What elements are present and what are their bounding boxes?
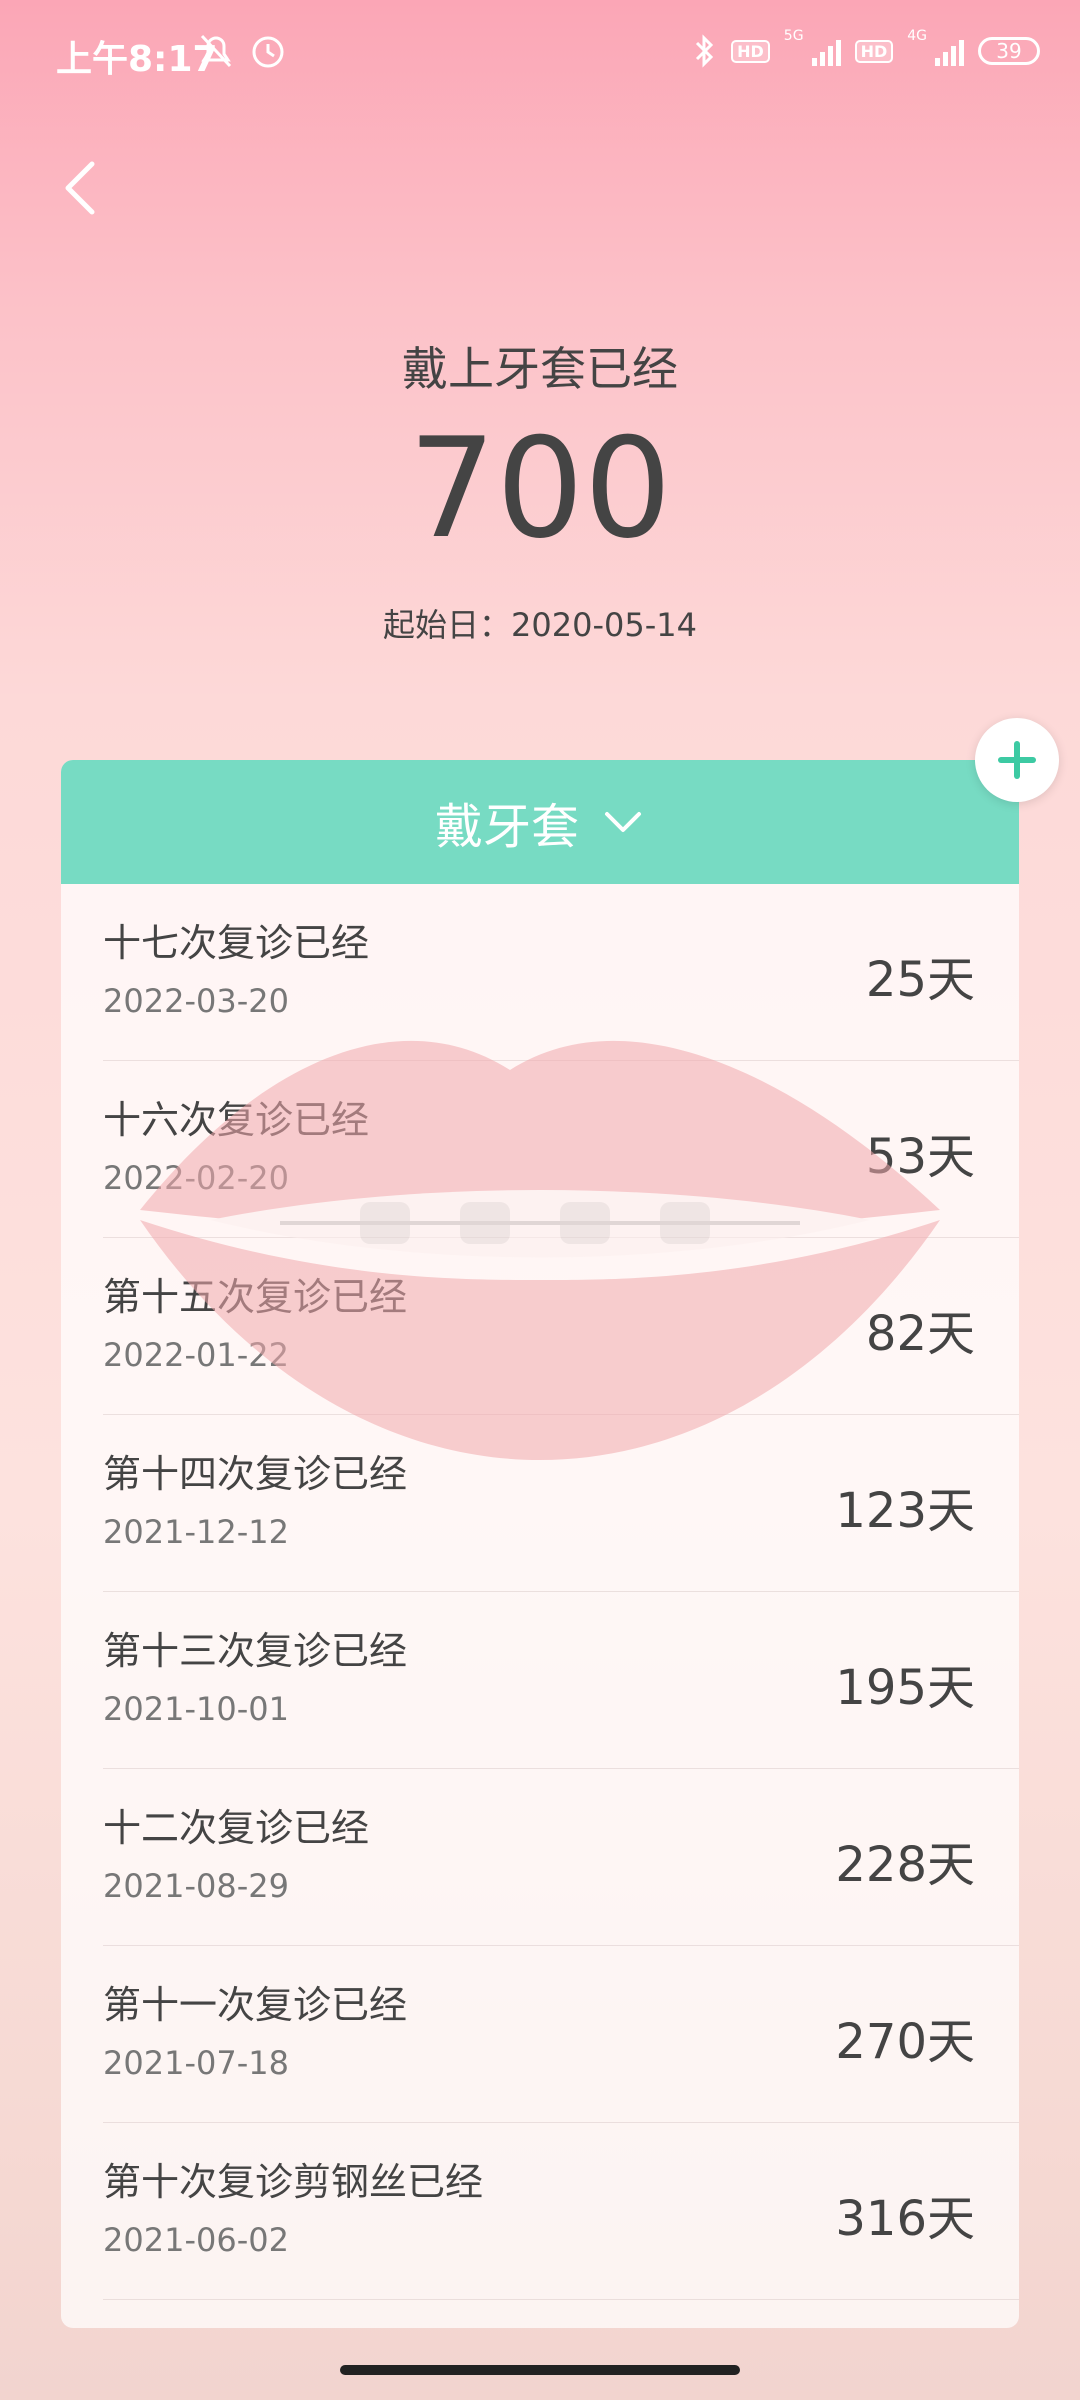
item-date: 2021-10-01 [103,1690,289,1728]
network-type-label: 5G [783,28,804,44]
item-date: 2021-07-18 [103,2044,289,2082]
item-title: 十二次复诊已经 [103,1806,370,1850]
item-days: 316天 [835,2191,975,2247]
alarm-icon [252,36,284,68]
item-days: 270天 [835,2014,975,2070]
day-count: 700 [408,408,672,569]
item-title: 第十一次复诊已经 [103,1983,408,2027]
category-label: 戴牙套 [434,799,579,855]
item-title: 第十次复诊剪钢丝已经 [103,2160,484,2204]
list-item[interactable]: 第十三次复诊已经 2021-10-01 195天 [103,1592,1019,1769]
category-selector[interactable]: 戴牙套 [61,760,1019,884]
item-date: 2021-06-02 [103,2221,289,2259]
status-indicators: HD 5G HD 4G 39 [693,28,1040,74]
start-date: 起始日：2020-05-14 [383,606,697,644]
item-title: 十七次复诊已经 [103,921,370,965]
hd-badge: HD [731,39,770,63]
battery-icon: 39 [978,37,1040,65]
bell-muted-icon [200,34,232,68]
item-title: 第十三次复诊已经 [103,1629,408,1673]
add-button[interactable] [975,718,1059,802]
item-days: 228天 [835,1837,975,1893]
list-item[interactable]: 第十一次复诊已经 2021-07-18 270天 [103,1946,1019,2123]
list-item[interactable]: 十二次复诊已经 2021-08-29 228天 [103,1769,1019,1946]
item-date: 2021-08-29 [103,1867,289,1905]
status-bar: 上午8:17 HD 5G HD 4G 39 [0,0,1080,105]
signal-icon-2 [935,36,964,66]
plus-icon [998,741,1036,779]
status-time: 上午8:17 [56,39,218,80]
hd-badge-2: HD [854,39,894,63]
home-indicator[interactable] [340,2365,740,2375]
chevron-down-icon [605,812,641,832]
battery-level: 39 [996,39,1022,63]
signal-icon [811,36,841,66]
lips-illustration [140,1040,940,1460]
network-type-label-2: 4G [907,28,927,44]
page-title: 戴上牙套已经 [402,342,678,396]
list-item[interactable]: 第十次复诊剪钢丝已经 2021-06-02 316天 [103,2123,1019,2300]
bluetooth-icon [696,34,714,68]
back-button[interactable] [58,160,106,216]
item-days: 195天 [835,1660,975,1716]
